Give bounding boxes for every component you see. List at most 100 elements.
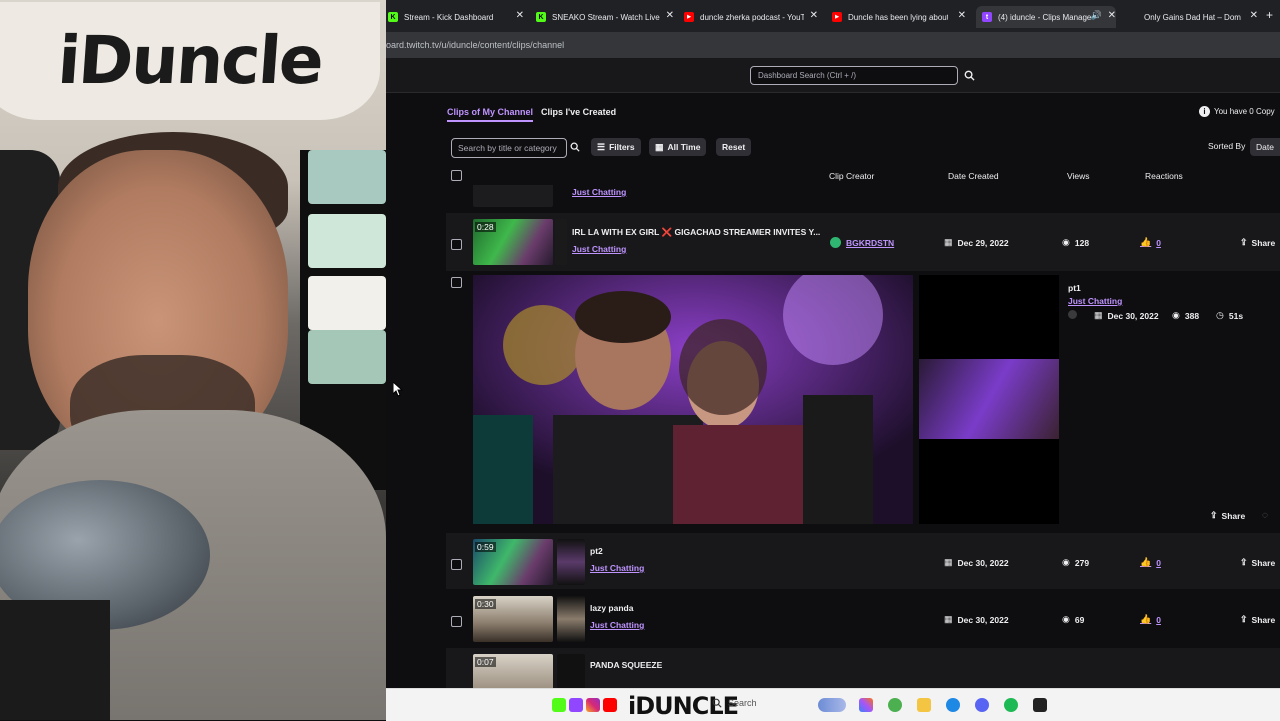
date-cell: ▦ Dec 30, 2022 — [944, 614, 1009, 625]
twitch-icon: t — [982, 12, 992, 22]
browser-tab[interactable]: K Stream - Kick Dashboard ✕ — [388, 6, 524, 28]
app-icon[interactable] — [1033, 698, 1047, 712]
clip-category-link[interactable]: Just Chatting — [572, 244, 626, 254]
clip-thumbnail[interactable]: 0:28 — [473, 219, 553, 265]
clip-thumbnail[interactable]: 0:59 — [473, 539, 553, 585]
length-text: 51s — [1228, 310, 1244, 321]
file-explorer-icon[interactable] — [917, 698, 931, 712]
share-button[interactable]: ⇪ Share — [1240, 237, 1275, 248]
all-time-button[interactable]: ▦ All Time — [649, 138, 707, 156]
date-cell: ▦ Dec 29, 2022 — [944, 237, 1009, 248]
clip-title[interactable]: lazy panda — [590, 603, 633, 613]
browser-tab[interactable]: K SNEAKO Stream - Watch Live ✕ — [536, 6, 674, 28]
spotify-icon[interactable] — [1004, 698, 1018, 712]
youtube-icon[interactable] — [603, 698, 617, 712]
clip-thumbnail[interactable]: 0:30 — [473, 596, 553, 642]
reactions-link[interactable]: 👍 0 — [1140, 237, 1161, 248]
new-tab-icon[interactable]: + — [1266, 8, 1273, 22]
search-icon[interactable] — [567, 139, 583, 155]
search-placeholder: Dashboard Search (Ctrl + /) — [758, 71, 857, 80]
row-checkbox[interactable] — [451, 277, 462, 288]
browser-tab[interactable]: ▶ Duncle has been lying about ✕ — [832, 6, 966, 28]
instagram-icon[interactable] — [586, 698, 600, 712]
close-icon[interactable]: ✕ — [958, 10, 966, 21]
thumbs-up-icon: 👍 — [1140, 557, 1152, 567]
row-checkbox[interactable] — [451, 616, 462, 627]
search-icon — [712, 698, 722, 708]
clip-thumbnail-strip — [555, 219, 567, 265]
clip-title[interactable]: pt2 — [590, 546, 603, 556]
table-row[interactable]: 0:30 lazy panda Just Chatting ▦ Dec 30, 2… — [446, 590, 1280, 646]
header-clip-creator[interactable]: Clip Creator — [829, 171, 874, 181]
header-reactions[interactable]: Reactions — [1145, 171, 1183, 181]
browser-tab-active[interactable]: t (4) iduncle - Clips Manager 🔊 ✕ — [976, 6, 1116, 28]
browser-tab[interactable]: ▶ duncle zherka podcast - YouTube ✕ — [684, 6, 818, 28]
share-label: Share — [1251, 557, 1276, 568]
taskbar-search-label: Search — [728, 698, 757, 708]
close-icon[interactable]: ✕ — [810, 10, 818, 21]
reactions-link[interactable]: 👍 0 — [1140, 614, 1161, 625]
date-text: Dec 30, 2022 — [957, 614, 1009, 625]
discord-icon[interactable] — [975, 698, 989, 712]
shop-icon — [1128, 12, 1138, 22]
kick-icon[interactable] — [552, 698, 566, 712]
widgets-icon[interactable] — [818, 698, 846, 712]
table-header: Clip Creator Date Created Views Reaction… — [446, 167, 1280, 185]
table-row[interactable]: 0:28 IRL LA WITH EX GIRL ❌ GIGACHAD STRE… — [446, 213, 1280, 271]
table-row[interactable]: Just Chatting — [446, 185, 1280, 211]
select-all-checkbox[interactable] — [451, 170, 462, 181]
tab-clips-of-my-channel[interactable]: Clips of My Channel — [447, 107, 534, 122]
reset-label: Reset — [722, 142, 746, 152]
clip-title[interactable]: PANDA SQUEEZE — [590, 660, 662, 670]
reset-button[interactable]: Reset — [716, 138, 752, 156]
clip-video-player[interactable] — [473, 275, 913, 524]
browser-tab[interactable]: Only Gains Dad Hat – Dom ✕ — [1128, 6, 1260, 28]
clip-thumbnail[interactable] — [473, 185, 553, 207]
kick-icon: K — [388, 12, 398, 22]
clip-category-link[interactable]: Just Chatting — [1068, 296, 1122, 306]
chrome-icon[interactable] — [888, 698, 902, 712]
clip-category-link[interactable]: Just Chatting — [590, 563, 644, 573]
twitch-icon[interactable] — [569, 698, 583, 712]
views-cell: ◉ 388 — [1172, 310, 1199, 321]
date-cell: ▦ Dec 30, 2022 — [944, 557, 1009, 568]
youtube-icon: ▶ — [832, 12, 842, 22]
clip-title[interactable]: pt1 — [1068, 283, 1081, 293]
row-checkbox[interactable] — [451, 239, 462, 250]
close-icon[interactable]: ✕ — [1108, 10, 1116, 21]
clip-thumbnail-strip — [557, 654, 585, 688]
sorted-by-label: Sorted By — [1208, 141, 1246, 151]
clip-title[interactable]: IRL LA WITH EX GIRL ❌ GIGACHAD STREAMER … — [572, 227, 820, 238]
header-views[interactable]: Views — [1067, 171, 1090, 181]
clip-preview-thumbnail[interactable] — [919, 359, 1059, 439]
clip-search-input[interactable]: Search by title or category — [451, 138, 567, 158]
clip-duration: 0:59 — [475, 542, 496, 552]
filters-button[interactable]: ☰ Filters — [591, 138, 641, 156]
copilot-icon[interactable] — [859, 698, 873, 712]
close-icon[interactable]: ✕ — [666, 10, 674, 21]
reactions-link[interactable]: 👍 0 — [1140, 557, 1161, 568]
address-bar[interactable]: oard.twitch.tv/u/iduncle/content/clips/c… — [386, 32, 1280, 58]
share-button[interactable]: ⇪ Share — [1240, 557, 1275, 568]
table-row[interactable]: 0:07 PANDA SQUEEZE — [446, 648, 1280, 688]
clip-category-link[interactable]: Just Chatting — [590, 620, 644, 630]
share-button[interactable]: ⇪ Share — [1240, 614, 1275, 625]
search-icon[interactable] — [960, 66, 978, 84]
clip-thumbnail[interactable]: 0:07 — [473, 654, 553, 688]
table-row[interactable]: 0:59 pt2 Just Chatting ▦ Dec 30, 2022 ◉ 27… — [446, 533, 1280, 589]
sort-select[interactable]: Date — [1250, 138, 1280, 156]
header-date-created[interactable]: Date Created — [948, 171, 999, 181]
tab-clips-ive-created[interactable]: Clips I've Created — [541, 107, 616, 117]
calendar-icon: ▦ — [655, 141, 664, 152]
speaker-icon[interactable]: 🔊 — [1091, 10, 1102, 21]
close-icon[interactable]: ✕ — [516, 10, 524, 21]
edge-icon[interactable] — [946, 698, 960, 712]
video-frame — [473, 275, 913, 524]
close-icon[interactable]: ✕ — [1250, 10, 1258, 21]
clip-category-link[interactable]: Just Chatting — [572, 187, 626, 197]
dashboard-search-input[interactable]: Dashboard Search (Ctrl + /) — [750, 66, 958, 85]
row-checkbox[interactable] — [451, 559, 462, 570]
share-button[interactable]: ⇪ Share — [1210, 510, 1245, 521]
clip-creator-link[interactable]: BGKRDSTN — [830, 237, 894, 248]
taskbar-search[interactable]: Search — [712, 698, 757, 708]
